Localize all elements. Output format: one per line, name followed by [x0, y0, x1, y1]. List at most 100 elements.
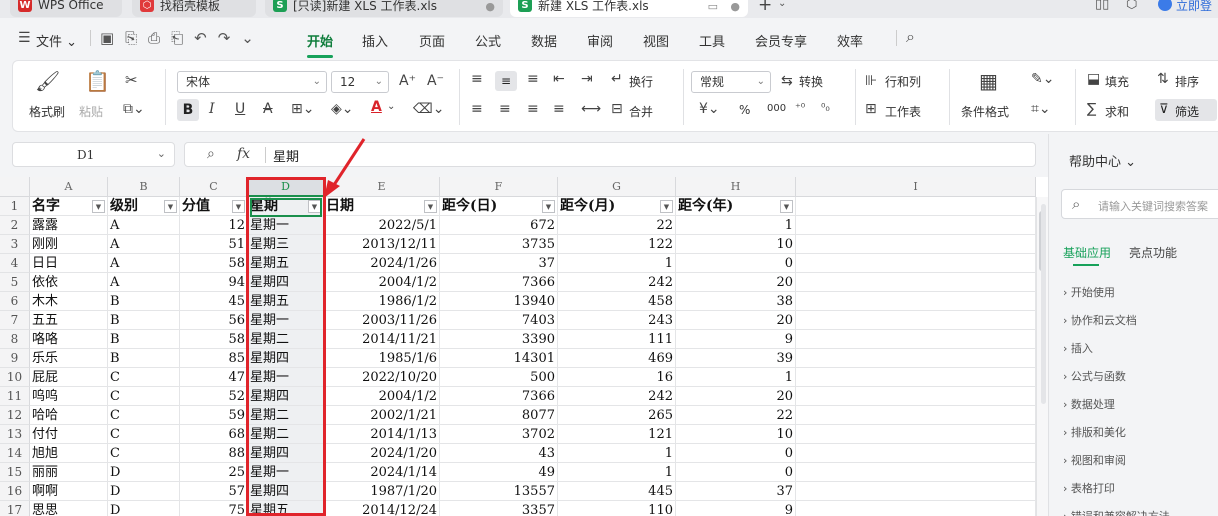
- font-color-icon[interactable]: A: [371, 99, 382, 115]
- table-cell[interactable]: A: [108, 235, 180, 254]
- table-cell[interactable]: [796, 349, 1036, 368]
- table-cell[interactable]: 思思: [30, 501, 108, 516]
- table-cell[interactable]: 2024/1/20: [324, 444, 440, 463]
- search-icon[interactable]: ⌕: [906, 27, 915, 47]
- table-cell[interactable]: 刚刚: [30, 235, 108, 254]
- table-cell[interactable]: 58: [180, 254, 248, 273]
- row-header[interactable]: 15: [0, 463, 30, 482]
- table-cell[interactable]: 2024/1/26: [324, 254, 440, 273]
- help-tab-basic[interactable]: 基础应用: [1063, 244, 1111, 261]
- table-cell[interactable]: 59: [180, 406, 248, 425]
- table-cell[interactable]: 星期一: [248, 463, 324, 482]
- help-item[interactable]: › 公式与函数: [1063, 368, 1126, 384]
- help-tab-highlights[interactable]: 亮点功能: [1129, 244, 1177, 261]
- decimal-decrease-icon[interactable]: ⁰₀: [821, 101, 830, 114]
- row-header[interactable]: 11: [0, 387, 30, 406]
- table-cell[interactable]: D: [108, 501, 180, 516]
- table-cell[interactable]: [796, 197, 1036, 216]
- table-cell[interactable]: 243: [558, 311, 676, 330]
- table-cell[interactable]: 3735: [440, 235, 558, 254]
- filter-dropdown-icon[interactable]: ▼: [92, 200, 105, 213]
- table-cell[interactable]: 2024/1/14: [324, 463, 440, 482]
- table-cell[interactable]: 672: [440, 216, 558, 235]
- table-cell[interactable]: 1: [558, 254, 676, 273]
- table-cell[interactable]: 45: [180, 292, 248, 311]
- spreadsheet-grid[interactable]: ABCDEFGHI 1 名字 ▼ 级别 ▼ 分值 ▼ 星期 ▼ 日期 ▼ 距今(日) ▼ 距今(月) ▼ 距今…: [0, 177, 1048, 516]
- table-cell[interactable]: 111: [558, 330, 676, 349]
- row-header[interactable]: 9: [0, 349, 30, 368]
- align-top-icon[interactable]: ≡: [471, 71, 483, 87]
- table-cell[interactable]: 10: [676, 235, 796, 254]
- table-cell[interactable]: 3357: [440, 501, 558, 516]
- justify-icon[interactable]: ≡: [553, 101, 565, 117]
- table-cell[interactable]: [796, 368, 1036, 387]
- table-cell[interactable]: [796, 216, 1036, 235]
- indent-increase-icon[interactable]: ⇥: [581, 71, 593, 87]
- table-cell[interactable]: 88: [180, 444, 248, 463]
- bold-button[interactable]: B: [177, 99, 199, 121]
- table-header-cell[interactable]: 分值 ▼: [180, 197, 248, 216]
- tab-readonly-file[interactable]: S [只读]新建 XLS 工作表.xls ●: [265, 0, 503, 17]
- help-item[interactable]: › 协作和云文档: [1063, 312, 1137, 328]
- hamburger-icon[interactable]: ☰: [18, 30, 31, 46]
- row-header[interactable]: 13: [0, 425, 30, 444]
- table-cell[interactable]: C: [108, 368, 180, 387]
- table-cell[interactable]: 2022/5/1: [324, 216, 440, 235]
- indent-decrease-icon[interactable]: ⇤: [553, 71, 565, 87]
- wrap-label[interactable]: 换行: [629, 73, 653, 90]
- chevron-down-icon[interactable]: ⌄: [387, 101, 395, 112]
- filter-dropdown-icon[interactable]: ▼: [164, 200, 177, 213]
- table-cell[interactable]: 星期二: [248, 425, 324, 444]
- table-cell[interactable]: B: [108, 292, 180, 311]
- table-cell[interactable]: 乐乐: [30, 349, 108, 368]
- table-cell[interactable]: A: [108, 216, 180, 235]
- user-avatar-icon[interactable]: [1158, 0, 1172, 11]
- table-cell[interactable]: 20: [676, 273, 796, 292]
- tab-wps-office[interactable]: W WPS Office: [10, 0, 122, 17]
- filter-dropdown-icon[interactable]: ▼: [660, 200, 673, 213]
- row-header[interactable]: 12: [0, 406, 30, 425]
- merge-label[interactable]: 合并: [629, 103, 653, 120]
- table-cell[interactable]: 94: [180, 273, 248, 292]
- table-cell[interactable]: 星期四: [248, 444, 324, 463]
- table-cell[interactable]: [796, 273, 1036, 292]
- percent-button[interactable]: %: [739, 103, 750, 117]
- row-header[interactable]: 10: [0, 368, 30, 387]
- wrap-icon[interactable]: ↵: [611, 71, 623, 87]
- table-cell[interactable]: 日日: [30, 254, 108, 273]
- sum-label[interactable]: 求和: [1105, 103, 1129, 120]
- help-item[interactable]: › 视图和审阅: [1063, 452, 1126, 468]
- copy-icon[interactable]: ⧉⌄: [123, 101, 145, 117]
- row-header[interactable]: 3: [0, 235, 30, 254]
- table-cell[interactable]: 3702: [440, 425, 558, 444]
- table-cell[interactable]: [796, 330, 1036, 349]
- table-cell[interactable]: 2004/1/2: [324, 273, 440, 292]
- paste-icon[interactable]: 📋: [85, 69, 110, 93]
- table-cell[interactable]: [796, 406, 1036, 425]
- help-item[interactable]: › 插入: [1063, 340, 1093, 356]
- cell-style-icon[interactable]: ✎⌄: [1031, 71, 1054, 87]
- menu-view[interactable]: 视图: [643, 31, 669, 50]
- table-cell[interactable]: 星期四: [248, 482, 324, 501]
- table-cell[interactable]: 星期一: [248, 216, 324, 235]
- help-item[interactable]: › 排版和美化: [1063, 424, 1126, 440]
- table-cell[interactable]: 2004/1/2: [324, 387, 440, 406]
- table-cell[interactable]: 2013/12/11: [324, 235, 440, 254]
- filter-dropdown-icon[interactable]: ▼: [780, 200, 793, 213]
- menu-tools[interactable]: 工具: [699, 31, 725, 50]
- table-cell[interactable]: 星期四: [248, 387, 324, 406]
- table-cell[interactable]: 1985/1/6: [324, 349, 440, 368]
- table-cell[interactable]: 43: [440, 444, 558, 463]
- table-cell[interactable]: 1: [676, 368, 796, 387]
- fill-icon[interactable]: ⬓: [1087, 71, 1100, 87]
- column-header-g[interactable]: G: [558, 177, 676, 197]
- fill-label[interactable]: 填充: [1105, 73, 1129, 90]
- help-title[interactable]: 帮助中心 ⌄: [1069, 151, 1136, 170]
- fx-icon[interactable]: fx: [237, 146, 250, 162]
- table-header-cell[interactable]: 名字 ▼: [30, 197, 108, 216]
- table-cell[interactable]: [796, 463, 1036, 482]
- login-link[interactable]: 立即登: [1176, 0, 1212, 14]
- quick-access-icons[interactable]: ▣⎘⎙⎗↶↷⌄: [100, 29, 265, 47]
- help-item[interactable]: › 表格打印: [1063, 480, 1115, 496]
- table-cell[interactable]: 9: [676, 501, 796, 516]
